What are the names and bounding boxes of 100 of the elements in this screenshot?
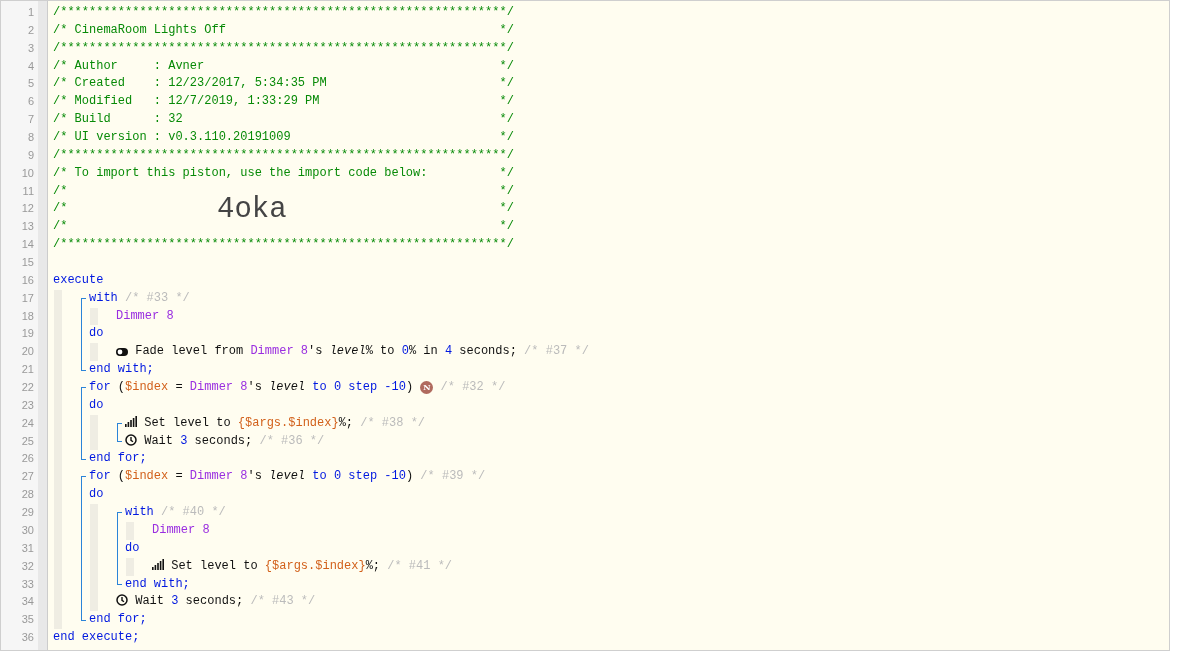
code-text: Wait (134, 593, 165, 611)
code-text: seconds; (193, 432, 253, 450)
code-text: %; (365, 557, 381, 575)
number-literal: 0 (333, 468, 342, 486)
line-number: 12 (20, 201, 35, 217)
code-text: ( (116, 468, 125, 486)
code-text: seconds; (458, 343, 517, 361)
comment-end: */ (499, 182, 514, 200)
keyword: with (125, 504, 154, 522)
attribute-name: level (269, 468, 306, 486)
line-number: 29 (20, 505, 35, 521)
statement-id: /* #41 */ (386, 557, 453, 575)
keyword: do (89, 325, 104, 343)
comment-end: */ (499, 111, 514, 129)
code-text: Fade level from (134, 343, 245, 361)
statement-id: /* #36 */ (258, 432, 325, 450)
comment-line: /* UI version : v0.3.110.20191009 (53, 129, 292, 146)
comment-line: /**************************************************************/ (53, 4, 514, 21)
code-text: = (174, 468, 184, 486)
keyword: end with; (125, 575, 190, 593)
comment-line: /* CinemaRoom Lights Off (53, 21, 227, 39)
keyword: step (347, 379, 379, 397)
number-literal: -10 (384, 468, 406, 486)
comment-line: /**************************************************************/ (53, 236, 514, 254)
comment-end: */ (499, 75, 514, 93)
keyword: end execute; (53, 629, 140, 647)
code-text: ( (116, 379, 125, 397)
line-number: 11 (21, 183, 35, 199)
signal-bars-icon (125, 416, 137, 428)
code-text: ) (405, 379, 415, 397)
line-number: 8 (26, 130, 35, 145)
import-code: 4oka (217, 194, 287, 224)
keyword: end for; (89, 611, 147, 629)
attribute-name: level (329, 343, 366, 361)
line-number: 5 (26, 76, 35, 92)
device-name: Dimmer 8 (116, 307, 174, 325)
line-number: 14 (20, 237, 35, 253)
badge: N (420, 381, 434, 395)
line-number: 33 (20, 576, 35, 592)
comment-line: /* (53, 182, 69, 200)
line-number: 28 (20, 487, 35, 503)
comment-end: */ (499, 164, 514, 182)
line-number: 32 (20, 558, 35, 574)
code-text: Set level to (170, 557, 259, 575)
number-literal: 3 (171, 593, 179, 611)
code-text: 's (247, 379, 263, 397)
line-number: 35 (20, 612, 35, 628)
line-number: 16 (20, 272, 35, 288)
code-text: %; (338, 414, 354, 432)
attribute-name: level (269, 379, 306, 397)
comment-line: /* To import this piston, use the import code below: (53, 164, 429, 182)
signal-bars-icon (152, 559, 164, 571)
number-literal: 4 (444, 343, 453, 361)
comment-line: /* Modified : 12/7/2019, 1:33:29 PM (53, 93, 321, 111)
keyword: do (89, 486, 104, 504)
code-text: 's (247, 468, 263, 486)
statement-id: /* #32 */ (439, 379, 506, 397)
keyword: end for; (89, 450, 147, 468)
code-text: Set level to (143, 414, 232, 432)
code-text: % in (408, 343, 439, 361)
comment-end: */ (499, 21, 514, 39)
code-text: ) (405, 468, 414, 486)
line-number: 3 (26, 40, 35, 56)
comment-end: */ (499, 129, 514, 146)
line-number: 15 (20, 255, 35, 271)
code-text: 's (308, 343, 324, 361)
statement-id: /* #33 */ (124, 289, 190, 307)
statement-id: /* #43 */ (249, 593, 316, 611)
line-number: 4 (26, 58, 35, 74)
line-number: 25 (20, 433, 35, 449)
line-number: 13 (20, 219, 35, 235)
variable-name: {$args.$index} (264, 557, 366, 575)
line-number: 23 (20, 397, 35, 413)
line-number: 1 (26, 5, 35, 20)
comment-line: /**************************************************************/ (53, 39, 514, 57)
comment-end: */ (499, 57, 514, 75)
line-number: 10 (20, 165, 35, 181)
line-number: 21 (20, 362, 35, 378)
comment-line: /* Author : Avner (53, 57, 206, 75)
number-literal: 3 (180, 432, 188, 450)
code-text: % to (365, 343, 396, 361)
line-number: 6 (26, 94, 35, 110)
line-number: 9 (26, 147, 35, 163)
line-number: 36 (20, 630, 35, 646)
clock-icon (125, 433, 137, 446)
line-number: 22 (20, 380, 35, 396)
line-number: 18 (20, 308, 35, 324)
keyword: end with; (89, 361, 154, 379)
line-number: 2 (26, 22, 35, 38)
line-number: 24 (20, 415, 35, 431)
device-name: Dimmer 8 (152, 521, 210, 539)
code-text: = (174, 379, 184, 397)
device-name: Dimmer 8 (189, 468, 248, 486)
line-number: 30 (20, 522, 35, 538)
statement-id: /* #37 */ (523, 343, 589, 361)
comment-end: */ (499, 218, 514, 236)
line-number: 27 (20, 469, 35, 485)
keyword: for (89, 468, 111, 486)
keyword: do (89, 396, 104, 414)
comment-line: /**************************************************************/ (53, 146, 514, 164)
